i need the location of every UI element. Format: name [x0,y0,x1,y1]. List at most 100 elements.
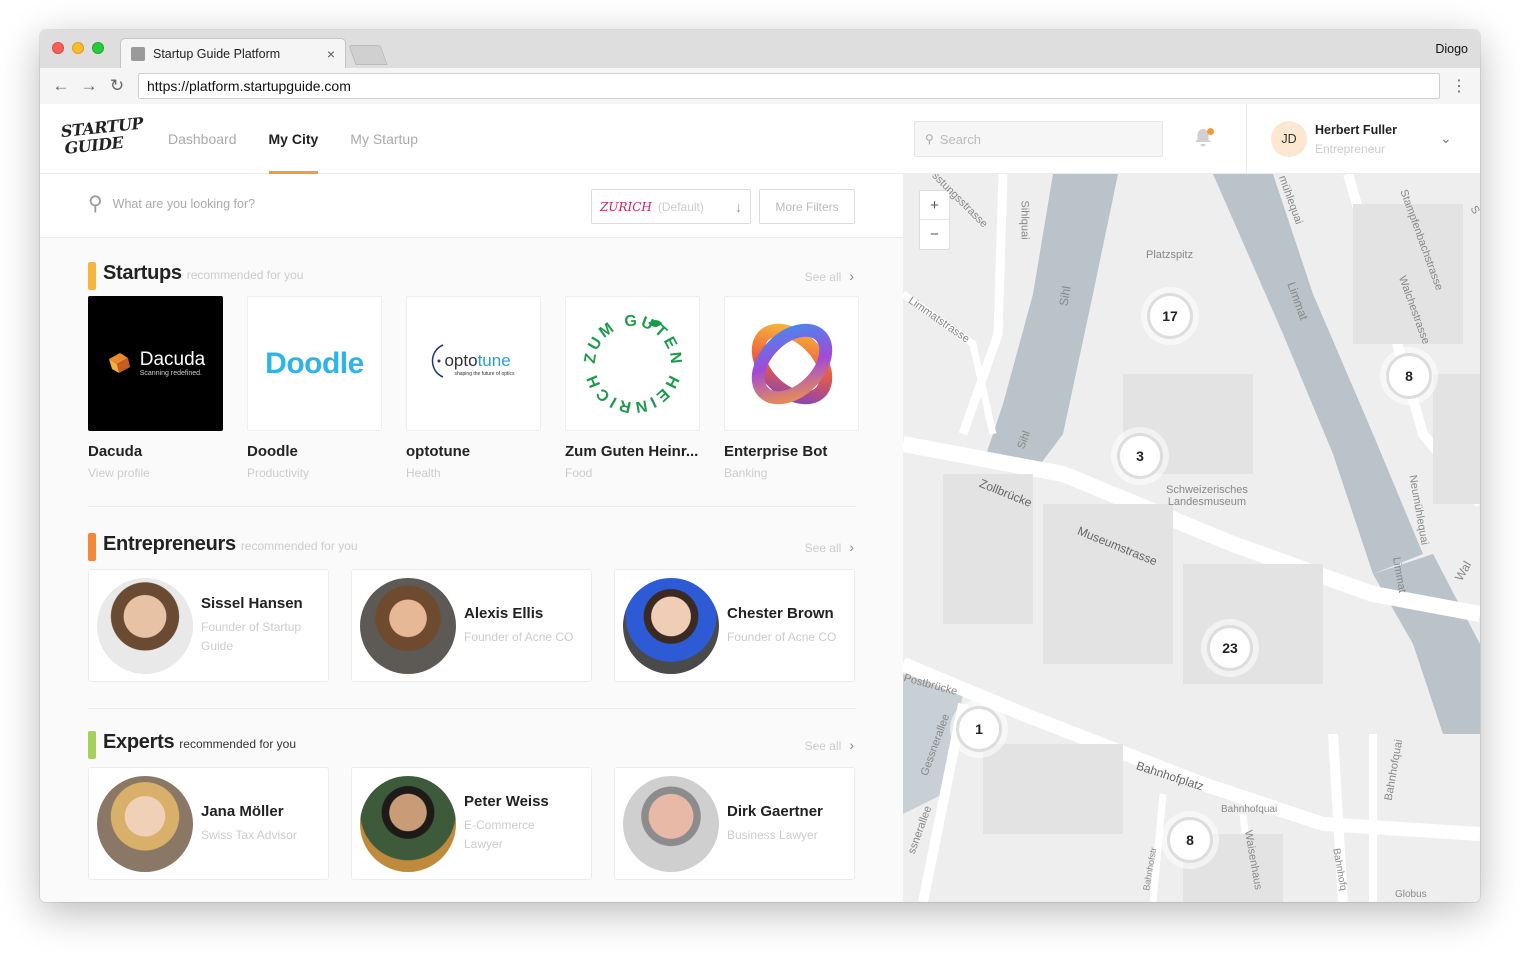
user-avatar: JD [1271,121,1307,157]
user-role: Entrepreneur [1315,141,1386,156]
map-label: Sihlquai [1018,200,1031,240]
avatar [623,577,719,674]
user-menu[interactable]: JD Herbert Fuller Entrepreneur [1271,121,1397,157]
optotune-wordmark-b: tune [477,350,511,370]
person-card[interactable]: Chester Brown Founder of Acne CO [614,569,855,682]
map-cluster-marker[interactable]: 8 [1161,811,1219,869]
new-tab-button[interactable] [348,45,388,65]
person-card[interactable]: Peter Weiss E-Commerce Lawyer [351,767,592,880]
section-subtitle: recommended for you [240,539,358,553]
startups-heading: Startups recommended for you See all › [88,262,856,290]
person-name: Alexis Ellis [464,604,544,622]
main-nav: Dashboard My City My Startup [168,104,450,174]
person-name: Sissel Hansen [201,595,303,612]
section-title: Entrepreneurs [103,533,236,555]
person-role: Swiss Tax Advisor [201,827,297,842]
section-divider [88,708,856,709]
optotune-tagline: shaping the future of optics [454,370,515,377]
browser-tab[interactable]: Startup Guide Platform × [120,38,346,68]
header-divider [1246,104,1247,174]
see-all-experts-link[interactable]: See all › [805,737,854,753]
close-tab-icon[interactable]: × [327,46,335,62]
chevron-right-icon: › [849,737,854,753]
see-all-label: See all [804,739,842,753]
zum-guten-heinrich-ring-icon: ZUM GUTEN HEINRICH [581,312,681,415]
person-card[interactable]: Alexis Ellis Founder of Acne CO [351,569,592,682]
city-default-label: (Default) [657,199,704,214]
person-name: Chester Brown [727,604,834,622]
browser-window: Startup Guide Platform × Diogo ← → ↻ htt… [40,30,1480,902]
startup-card[interactable]: Enterprise Bot Banking [724,296,859,480]
chevron-down-icon[interactable]: ⌄ [1440,130,1452,147]
search-icon: ⚲ [88,193,103,215]
nav-dashboard[interactable]: Dashboard [168,104,237,174]
notifications-bell-icon[interactable] [1194,128,1214,150]
experts-section: Experts recommended for you See all › Jan… [88,731,856,880]
enterprise-bot-logo [724,296,859,431]
startup-category: Banking [724,466,768,480]
optotune-wordmark-a: opto [444,350,478,370]
see-all-entrepreneurs-link[interactable]: See all › [805,539,854,555]
avatar [97,775,193,872]
header-search-input[interactable]: ⚲ Search [914,121,1163,157]
browser-menu-icon[interactable]: ⋮ [1448,76,1470,96]
browser-profile-name[interactable]: Diogo [1435,42,1468,56]
close-window-button[interactable] [52,42,64,54]
section-accent-bar [88,262,96,290]
map-cluster-marker[interactable]: 8 [1380,347,1438,405]
back-arrow-icon[interactable]: ← [50,75,72,97]
city-select[interactable]: ZURICH (Default) ↓ [591,189,751,224]
startup-category: Health [406,466,441,480]
forward-arrow-icon[interactable]: → [78,75,100,97]
see-all-startups-link[interactable]: See all › [805,268,854,284]
optotune-arc-icon [431,344,444,378]
doodle-wordmark: Doodle [265,346,364,380]
dacuda-wordmark: Dacuda [139,349,206,370]
minimize-window-button[interactable] [72,42,84,54]
reload-icon[interactable]: ↻ [106,75,128,97]
content-search-input[interactable]: ⚲ What are you looking for? [88,194,255,214]
startup-card[interactable]: Doodle Doodle Productivity [247,296,382,480]
address-bar[interactable]: https://platform.startupguide.com [138,73,1440,99]
entrepreneur-list: Sissel Hansen Founder of Startup Guide A… [88,569,856,682]
more-filters-button[interactable]: More Filters [759,189,855,224]
doodle-logo: Doodle [247,296,382,431]
map-cluster-marker[interactable]: 17 [1141,287,1199,345]
zum-guten-heinrich-logo: ZUM GUTEN HEINRICH [565,296,700,431]
maximize-window-button[interactable] [92,42,104,54]
city-map[interactable]: + − Platzspitz Schweizerisches Landesmuse… [903,174,1480,902]
experts-heading: Experts recommended for you See all › [88,731,856,759]
avatar [360,577,456,674]
section-title: Startups [103,262,182,284]
person-card[interactable]: Sissel Hansen Founder of Startup Guide [88,569,329,682]
arrow-down-icon: ↓ [735,198,742,215]
map-label-line: Landesmuseum [1167,496,1247,508]
startup-card[interactable]: Dacuda Scanning redefined. Dacuda View p… [88,296,223,480]
startup-card[interactable]: ZUM GUTEN HEINRICH Zum Guten Heinr... Fo… [565,296,700,480]
map-label: Globus [1395,889,1427,900]
map-cluster-marker[interactable]: 1 [950,700,1008,758]
tab-bar: Startup Guide Platform × Diogo [40,30,1480,68]
startup-name: Zum Guten Heinr... [565,443,699,460]
zoom-out-button[interactable]: − [920,220,949,249]
map-cluster-marker[interactable]: 23 [1201,619,1259,677]
person-role: Business Lawyer [727,827,818,842]
app-header: STARTUP GUIDE Dashboard My City My Start… [40,104,1480,174]
startup-card[interactable]: optotune shaping the future of optics op… [406,296,541,480]
startup-category: View profile [88,466,150,480]
nav-my-city[interactable]: My City [268,104,318,174]
app: STARTUP GUIDE Dashboard My City My Start… [40,104,1480,902]
map-cluster-marker[interactable]: 3 [1111,427,1169,485]
person-card[interactable]: Dirk Gaertner Business Lawyer [614,767,855,880]
cluster-count: 23 [1207,625,1253,671]
person-role: E-Commerce Lawyer [464,818,535,851]
section-accent-bar [88,731,96,759]
zoom-in-button[interactable]: + [920,191,949,220]
nav-my-startup[interactable]: My Startup [350,104,418,174]
content-search-placeholder: What are you looking for? [112,197,256,211]
logo-line2: GUIDE [63,132,125,158]
map-label: Schweizerisches Landesmuseum [1166,484,1248,508]
startup-guide-logo[interactable]: STARTUP GUIDE [60,114,144,163]
zgh-ring-text: ZUM GUTEN HEINRICH [581,312,681,415]
person-card[interactable]: Jana Möller Swiss Tax Advisor [88,767,329,880]
